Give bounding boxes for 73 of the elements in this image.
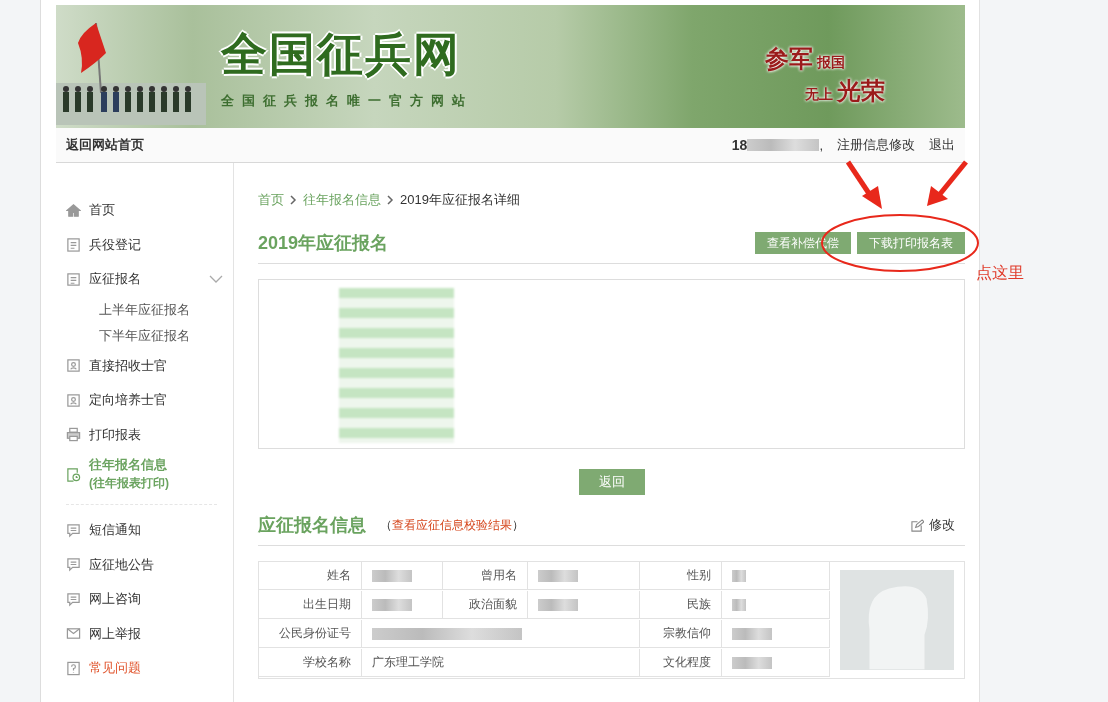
sidebar-item-label: 直接招收士官 bbox=[89, 356, 167, 375]
chevron-right-icon bbox=[290, 195, 297, 205]
edit-link[interactable]: 修改 bbox=[911, 516, 955, 534]
document-icon bbox=[66, 271, 81, 287]
verification-link[interactable]: 查看应征信息校验结果 bbox=[392, 517, 512, 532]
field-label: 曾用名 bbox=[443, 562, 528, 590]
chevron-right-icon bbox=[387, 195, 394, 205]
pencil-icon bbox=[911, 518, 924, 532]
site-logo-title: 全国征兵网 bbox=[221, 26, 462, 82]
section-title: 应征报名信息 bbox=[258, 514, 366, 537]
arrow-annotation bbox=[927, 160, 968, 206]
sidebar-item[interactable]: 首页 bbox=[66, 193, 233, 228]
sidebar-item[interactable]: 兵役登记 bbox=[66, 227, 233, 262]
chat-icon bbox=[66, 522, 81, 538]
sidebar-item-label: 常见问题 bbox=[89, 659, 141, 678]
top-link[interactable]: 注册信息修改 bbox=[837, 136, 915, 154]
sidebar-item[interactable]: 网上举报 bbox=[66, 616, 233, 651]
document-clock-icon bbox=[66, 466, 81, 482]
slogan-text: 无上 bbox=[805, 86, 833, 104]
sidebar-item-label: 网上咨询 bbox=[89, 590, 141, 609]
sidebar-item-label: 应征地公告 bbox=[89, 555, 154, 574]
chat-icon bbox=[66, 557, 81, 573]
sidebar-item-label: 兵役登记 bbox=[89, 235, 141, 254]
field-label: 政治面貌 bbox=[443, 591, 528, 619]
field-label: 民族 bbox=[640, 591, 722, 619]
person-card-icon bbox=[66, 392, 81, 408]
sidebar-item-label: 打印报表 bbox=[89, 425, 141, 444]
person-card-icon bbox=[66, 358, 81, 374]
clipboard-icon bbox=[66, 237, 81, 253]
sidebar-item[interactable]: 打印报表 bbox=[66, 417, 233, 452]
chat-icon bbox=[66, 591, 81, 607]
field-label: 公民身份证号 bbox=[259, 620, 362, 648]
sidebar-subitem[interactable]: 上半年应征报名 bbox=[66, 296, 233, 323]
sidebar-item[interactable]: 应征地公告 bbox=[66, 547, 233, 582]
sidebar-item[interactable]: 网上咨询 bbox=[66, 582, 233, 617]
slogan-text: 报国 bbox=[817, 54, 845, 72]
field-value: 广东理工学院 bbox=[362, 649, 640, 677]
sidebar-item[interactable]: 定向培养士官 bbox=[66, 383, 233, 418]
printer-icon bbox=[66, 427, 81, 443]
sidebar-item-label: 应征报名 bbox=[89, 270, 141, 289]
sidebar-item-label: 网上举报 bbox=[89, 624, 141, 643]
sidebar-item-label: 定向培养士官 bbox=[89, 391, 167, 410]
arrow-annotation bbox=[845, 160, 882, 209]
sidebar-item[interactable]: 应征报名 bbox=[66, 262, 233, 297]
field-label: 姓名 bbox=[259, 562, 362, 590]
slogan-text: 光荣 bbox=[837, 77, 885, 106]
sidebar-subitem[interactable]: 下半年应征报名 bbox=[66, 322, 233, 349]
sidebar-item-label: 首页 bbox=[89, 201, 115, 220]
sidebar-item-label: 短信通知 bbox=[89, 521, 141, 540]
sidebar-item-label: 往年报名信息 bbox=[89, 456, 168, 474]
question-icon bbox=[66, 660, 81, 676]
sidebar-item[interactable]: 短信通知 bbox=[66, 513, 233, 548]
slogan-text: 参军 bbox=[765, 45, 813, 74]
field-label: 性别 bbox=[640, 562, 722, 590]
sidebar-item[interactable]: 常见问题 bbox=[66, 651, 233, 686]
username-prefix: 18 bbox=[731, 137, 748, 153]
separator: , bbox=[819, 137, 823, 153]
home-link[interactable]: 返回网站首页 bbox=[66, 136, 144, 154]
sidebar-item-note: (往年报表打印) bbox=[89, 475, 169, 492]
top-link[interactable]: 退出 bbox=[929, 136, 955, 154]
section-title: 2019年应征报名 bbox=[258, 232, 389, 255]
field-label: 学校名称 bbox=[259, 649, 362, 677]
field-label: 出生日期 bbox=[259, 591, 362, 619]
annotation-text: 点这里 bbox=[976, 263, 1024, 283]
field-label: 宗教信仰 bbox=[640, 620, 722, 648]
verification-note: （查看应征信息校验结果） bbox=[380, 516, 524, 534]
breadcrumb-link[interactable]: 2019年应征报名详细 bbox=[400, 191, 520, 209]
home-icon bbox=[66, 202, 81, 218]
site-tagline: 全国征兵报名唯一官方网站 bbox=[221, 91, 473, 110]
mail-icon bbox=[66, 626, 81, 642]
sidebar-item[interactable]: 直接招收士官 bbox=[66, 348, 233, 383]
chevron-down-icon[interactable] bbox=[209, 275, 223, 284]
field-label: 文化程度 bbox=[640, 649, 722, 677]
